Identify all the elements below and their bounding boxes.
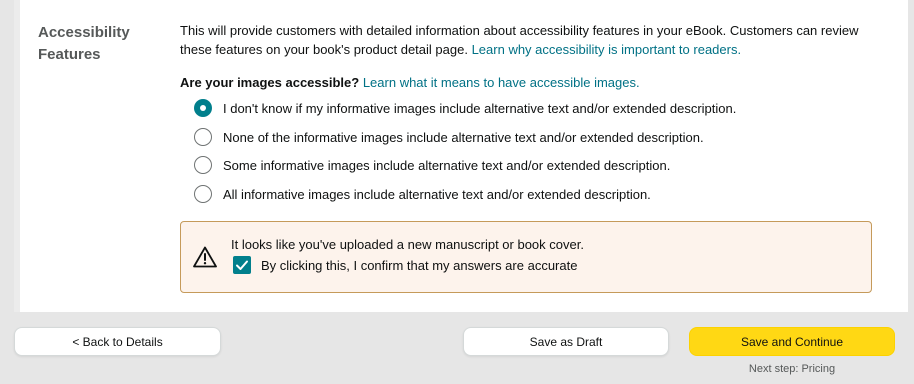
radio-option-label: Some informative images include alternat… [223, 157, 671, 173]
confirm-answers-checkbox-row[interactable]: By clicking this, I confirm that my answ… [233, 256, 577, 274]
radio-option-all[interactable]: All informative images include alternati… [194, 183, 651, 205]
back-to-details-button[interactable]: < Back to Details [14, 327, 221, 356]
radio-option-label: None of the informative images include a… [223, 129, 704, 145]
section-title: Accessibility Features [38, 22, 158, 66]
accessibility-features-card: Accessibility Features This will provide… [14, 0, 908, 312]
next-step-label: Next step: Pricing [748, 363, 836, 375]
radio-button-selected[interactable] [194, 99, 212, 117]
accessibility-info-link[interactable]: Learn why accessibility is important to … [472, 42, 742, 57]
images-question: Are your images accessible? Learn what i… [180, 74, 640, 92]
radio-option-dont-know[interactable]: I don't know if my informative images in… [194, 97, 736, 119]
radio-button[interactable] [194, 128, 212, 146]
section-divider [14, 0, 20, 312]
confirm-label: By clicking this, I confirm that my answ… [261, 257, 578, 273]
accessible-images-link[interactable]: Learn what it means to have accessible i… [363, 75, 640, 90]
images-question-label: Are your images accessible? [180, 75, 360, 90]
radio-option-some[interactable]: Some informative images include alternat… [194, 154, 670, 176]
warning-icon [193, 246, 217, 268]
radio-option-label: I don't know if my informative images in… [223, 100, 737, 116]
section-description: This will provide customers with detaile… [180, 21, 880, 59]
alert-message: It looks like you've uploaded a new manu… [231, 237, 584, 252]
section-title-line1: Accessibility [38, 24, 130, 41]
radio-button[interactable] [194, 185, 212, 203]
section-title-line2: Features [38, 46, 101, 63]
manuscript-alert: It looks like you've uploaded a new manu… [180, 221, 872, 293]
radio-option-none[interactable]: None of the informative images include a… [194, 126, 704, 148]
radio-option-label: All informative images include alternati… [223, 186, 651, 202]
confirm-checkbox[interactable] [233, 256, 251, 274]
radio-button[interactable] [194, 156, 212, 174]
save-and-continue-button[interactable]: Save and Continue [689, 327, 895, 356]
save-as-draft-button[interactable]: Save as Draft [463, 327, 669, 356]
checkmark-icon [236, 260, 248, 270]
